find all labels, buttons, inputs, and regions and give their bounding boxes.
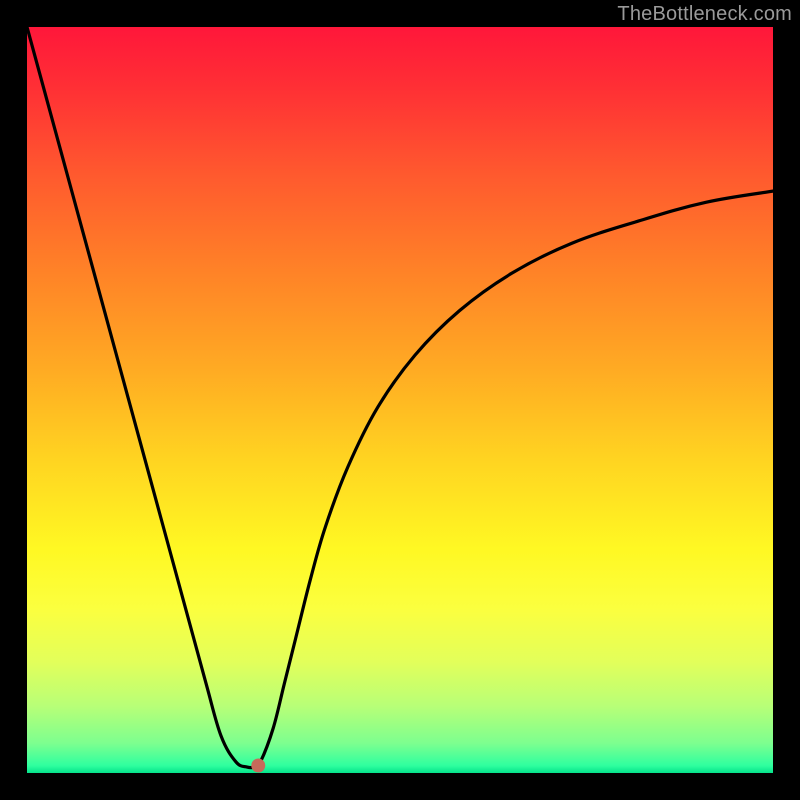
- bottleneck-curve: [27, 27, 773, 768]
- chart-frame: TheBottleneck.com: [0, 0, 800, 800]
- watermark-text: TheBottleneck.com: [617, 3, 792, 26]
- bottleneck-curve-svg: [27, 27, 773, 773]
- plot-area: [27, 27, 773, 773]
- marker-dot: [251, 759, 265, 773]
